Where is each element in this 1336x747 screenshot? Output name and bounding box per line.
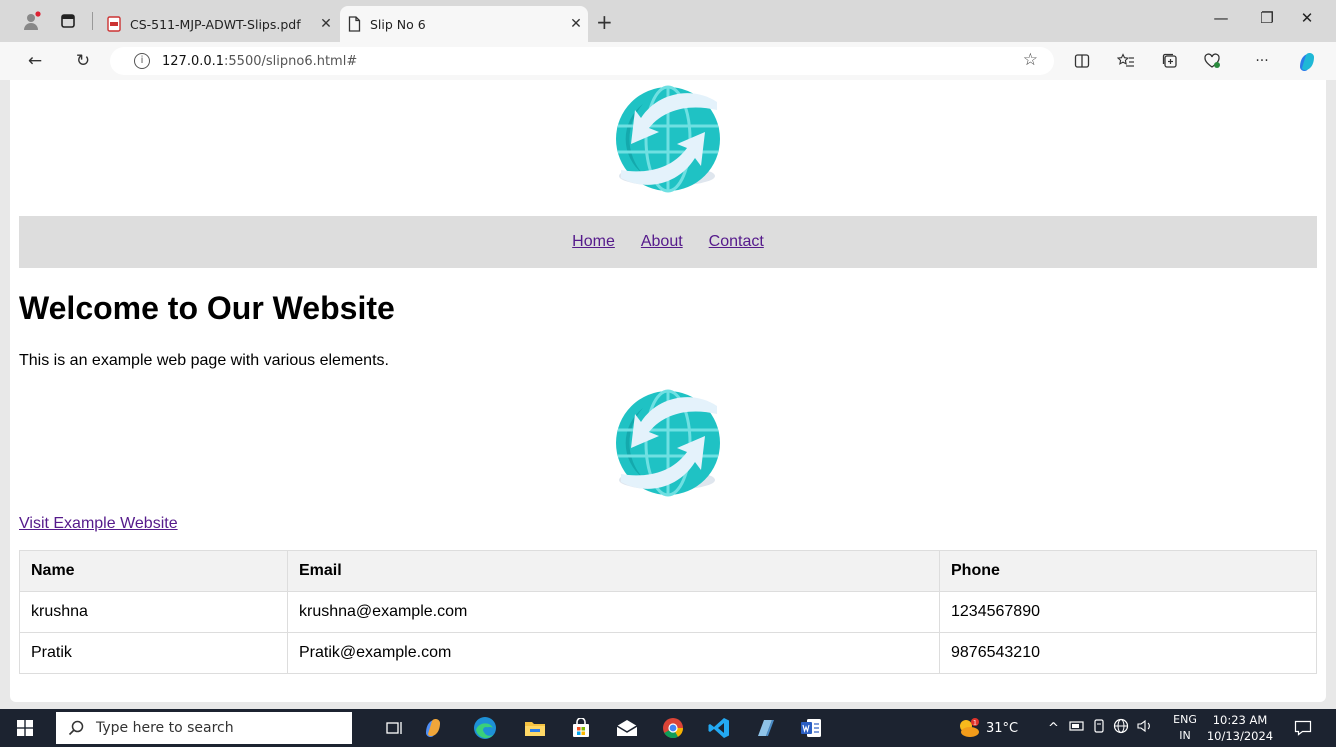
globe-sync-logo-icon (613, 84, 723, 194)
chevron-up-icon[interactable]: ^ (1048, 721, 1059, 736)
windows-start-icon[interactable] (10, 709, 40, 747)
profile-icon[interactable] (22, 11, 42, 31)
new-tab-icon[interactable]: + (596, 10, 613, 34)
tab-pdf[interactable]: CS-511-MJP-ADWT-Slips.pdf ✕ (100, 6, 338, 42)
column-header-phone: Phone (939, 550, 1317, 592)
language-indicator[interactable]: ENG IN (1170, 712, 1200, 744)
intro-paragraph: This is an example web page with various… (19, 352, 389, 369)
page-file-icon (346, 16, 362, 32)
microsoft-store-icon[interactable] (566, 709, 596, 747)
pdf-file-icon (106, 16, 122, 32)
favorite-star-icon[interactable]: ☆ (1023, 50, 1038, 70)
address-bar-row: ← ↻ i 127.0.0.1:5500/slipno6.html# ☆ ··· (0, 42, 1336, 80)
cell-name: krushna (19, 591, 288, 633)
sun-cloud-icon: 1 (960, 718, 979, 737)
page-heading: Welcome to Our Website (19, 290, 395, 326)
visit-example-link[interactable]: Visit Example Website (19, 515, 178, 533)
table-header-row: Name Email Phone (19, 550, 1317, 592)
site-info-icon[interactable]: i (134, 53, 150, 69)
battery-icon[interactable] (1069, 720, 1085, 736)
network-globe-icon[interactable] (1113, 718, 1129, 738)
more-options-icon[interactable]: ··· (1252, 53, 1272, 71)
task-view-icon[interactable] (380, 709, 410, 747)
table-row: krushna krushna@example.com 1234567890 (19, 591, 1317, 633)
table-row: Pratik Pratik@example.com 9876543210 (19, 632, 1317, 674)
nav-bar: Home About Contact (19, 216, 1317, 268)
cell-name: Pratik (19, 632, 288, 674)
copilot-taskbar-icon[interactable] (418, 709, 448, 747)
close-window-icon[interactable]: ✕ (1292, 9, 1322, 27)
windows-taskbar: Type here to search 1 31°C ^ ENG IN 10:2… (0, 709, 1336, 747)
tab-title: Slip No 6 (370, 16, 426, 32)
restore-icon[interactable]: ❐ (1252, 9, 1282, 27)
chrome-icon[interactable] (658, 709, 688, 747)
taskbar-search-box[interactable]: Type here to search (56, 712, 352, 744)
cell-email: krushna@example.com (287, 591, 940, 633)
search-placeholder: Type here to search (96, 720, 234, 736)
notepad-app-icon[interactable] (750, 709, 780, 747)
minimize-icon[interactable]: — (1206, 9, 1236, 27)
notifications-icon[interactable] (1288, 709, 1318, 747)
favorites-list-icon[interactable] (1116, 53, 1136, 71)
close-tab-icon[interactable]: ✕ (564, 16, 588, 32)
region-code: IN (1179, 729, 1191, 742)
tab-divider (92, 12, 93, 30)
globe-sync-image-icon (613, 388, 723, 498)
tab-slip-no-6[interactable]: Slip No 6 ✕ (340, 6, 588, 42)
pen-icon[interactable] (1093, 719, 1105, 737)
cell-email: Pratik@example.com (287, 632, 940, 674)
cell-phone: 9876543210 (939, 632, 1317, 674)
column-header-email: Email (287, 550, 940, 592)
vscode-icon[interactable] (704, 709, 734, 747)
url-host: 127.0.0.1 (162, 53, 225, 69)
browser-essentials-icon[interactable] (1202, 53, 1222, 71)
search-icon (68, 720, 84, 736)
cell-phone: 1234567890 (939, 591, 1317, 633)
browser-tab-bar: CS-511-MJP-ADWT-Slips.pdf ✕ Slip No 6 ✕ … (0, 0, 1336, 42)
nav-link-home[interactable]: Home (572, 233, 615, 251)
close-tab-icon[interactable]: ✕ (314, 16, 338, 32)
column-header-name: Name (19, 550, 288, 592)
mail-icon[interactable] (612, 709, 642, 747)
url-path: :5500/slipno6.html# (224, 53, 358, 69)
file-explorer-icon[interactable] (520, 709, 550, 747)
url-field[interactable]: i 127.0.0.1:5500/slipno6.html# ☆ (110, 47, 1054, 75)
page-viewport: Home About Contact Welcome to Our Websit… (10, 80, 1326, 702)
collections-icon[interactable] (1160, 53, 1180, 71)
tab-title: CS-511-MJP-ADWT-Slips.pdf (130, 16, 301, 32)
clock-date: 10/13/2024 (1206, 729, 1274, 743)
nav-link-about[interactable]: About (641, 233, 683, 251)
volume-icon[interactable] (1137, 719, 1153, 737)
split-screen-icon[interactable] (1072, 53, 1092, 71)
copilot-icon[interactable] (1296, 51, 1316, 71)
svg-text:1: 1 (973, 718, 977, 726)
language-code: ENG (1173, 713, 1197, 726)
clock[interactable]: 10:23 AM 10/13/2024 (1204, 712, 1276, 744)
edge-browser-icon[interactable] (468, 709, 502, 747)
tab-actions-icon[interactable] (58, 11, 78, 31)
system-tray: ^ (1048, 709, 1153, 747)
back-arrow-icon[interactable]: ← (24, 51, 46, 73)
word-icon[interactable] (796, 709, 826, 747)
refresh-icon[interactable]: ↻ (72, 51, 94, 73)
temperature-text: 31°C (986, 720, 1019, 736)
nav-link-contact[interactable]: Contact (709, 233, 764, 251)
users-table: Name Email Phone krushna krushna@example… (19, 550, 1317, 674)
weather-widget[interactable]: 1 31°C (956, 709, 1018, 747)
clock-time: 10:23 AM (1212, 713, 1268, 727)
